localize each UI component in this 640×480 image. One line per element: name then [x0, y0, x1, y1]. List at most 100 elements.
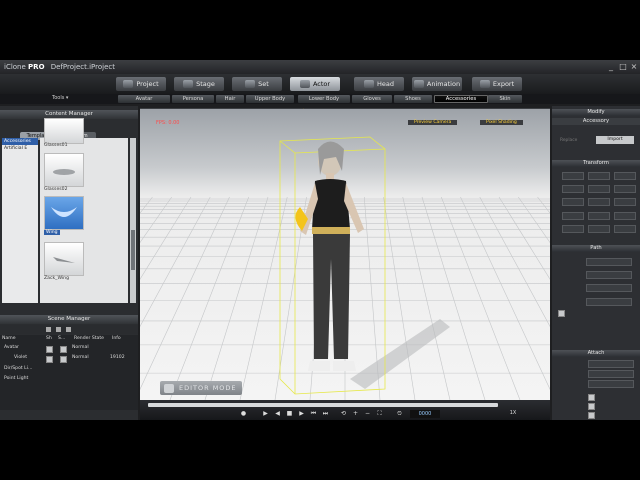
- scene-row-pointlight[interactable]: Point Light: [4, 376, 28, 381]
- scene-tool-icon[interactable]: [56, 327, 61, 332]
- subtab-skin[interactable]: Skin: [488, 95, 522, 103]
- path-value-field[interactable]: [586, 271, 632, 279]
- attach-value-field[interactable]: [588, 370, 634, 378]
- tab-stage[interactable]: Stage: [174, 77, 224, 91]
- speed-icon[interactable]: ⏲: [396, 410, 403, 417]
- set-tab-icon: [245, 80, 256, 88]
- scene-tool-icon[interactable]: [46, 327, 51, 332]
- zoom-level[interactable]: 1X: [506, 410, 520, 417]
- last-frame-icon[interactable]: ⏭: [322, 410, 329, 417]
- row-name: Avatar: [4, 345, 19, 350]
- camera-selector[interactable]: Preview Camera: [408, 120, 458, 125]
- option-checkbox[interactable]: [588, 403, 595, 410]
- subtab-lower-body[interactable]: Lower Body: [298, 95, 350, 103]
- option-checkbox[interactable]: [558, 310, 565, 317]
- path-value-field[interactable]: [586, 258, 632, 266]
- timeline-slider[interactable]: [148, 403, 498, 407]
- subtab-avatar[interactable]: Avatar: [118, 95, 170, 103]
- thumb-glasses02[interactable]: [44, 153, 84, 187]
- transform-value-field[interactable]: [562, 198, 584, 206]
- replace-option[interactable]: Replace: [560, 138, 577, 143]
- tab-actor[interactable]: Actor: [290, 77, 340, 91]
- transform-value-field[interactable]: [588, 185, 610, 193]
- select-checkbox[interactable]: [60, 356, 67, 363]
- path-value-field[interactable]: [586, 298, 632, 306]
- transform-value-field[interactable]: [588, 212, 610, 220]
- transform-value-field[interactable]: [562, 212, 584, 220]
- frame-counter[interactable]: 0000: [410, 410, 440, 418]
- transform-value-field[interactable]: [614, 172, 636, 180]
- content-scrollbar-thumb[interactable]: [131, 230, 135, 270]
- content-thumbnails: Glasses01 Glasses02 Wing Zack_Wing: [40, 118, 128, 303]
- tab-head[interactable]: Head: [354, 77, 404, 91]
- path-section[interactable]: Path: [552, 245, 640, 252]
- record-icon[interactable]: ●: [240, 410, 247, 417]
- tools-menu[interactable]: Tools ▾: [52, 95, 68, 101]
- tree-item-artificial[interactable]: Artificial E: [2, 145, 38, 152]
- zoom-out-icon[interactable]: −: [364, 410, 371, 417]
- transform-value-field[interactable]: [614, 212, 636, 220]
- 3d-viewport[interactable]: [140, 109, 550, 400]
- maximize-icon[interactable]: □: [618, 62, 628, 71]
- scene-row-avatar[interactable]: Avatar: [4, 345, 19, 350]
- transform-value-field[interactable]: [588, 225, 610, 233]
- subtab-hair[interactable]: Hair: [216, 95, 244, 103]
- tab-label: Set: [258, 80, 269, 88]
- close-icon[interactable]: ×: [629, 62, 639, 71]
- transform-value-field[interactable]: [562, 225, 584, 233]
- subtab-shoes[interactable]: Shoes: [394, 95, 432, 103]
- tab-project[interactable]: Project: [116, 77, 166, 91]
- tab-set[interactable]: Set: [232, 77, 282, 91]
- col-show: Sh: [46, 336, 52, 341]
- scene-toolbar: [0, 325, 138, 334]
- loop-icon[interactable]: ⟲: [340, 410, 347, 417]
- transform-section[interactable]: Transform: [552, 160, 640, 167]
- thumb-wing[interactable]: [44, 196, 84, 230]
- next-frame-icon[interactable]: ▶: [298, 410, 305, 417]
- select-checkbox[interactable]: [60, 346, 67, 353]
- thumb-zack-wing[interactable]: [44, 242, 84, 276]
- tab-label: Head: [377, 80, 394, 88]
- attach-value-field[interactable]: [588, 360, 634, 368]
- zoom-in-icon[interactable]: +: [352, 410, 359, 417]
- accessory-section[interactable]: Accessory: [552, 118, 640, 125]
- tab-export[interactable]: Export: [472, 77, 522, 91]
- subtab-accessories[interactable]: Accessories: [434, 95, 488, 103]
- transform-value-field[interactable]: [562, 185, 584, 193]
- minimize-icon[interactable]: _: [606, 62, 616, 71]
- subtab-persona[interactable]: Persona: [172, 95, 214, 103]
- tab-animation[interactable]: Animation: [412, 77, 462, 91]
- fullscreen-icon[interactable]: ⛶: [376, 410, 383, 417]
- scene-row-dirspot[interactable]: Dir/Spot Li...: [4, 366, 32, 371]
- show-checkbox[interactable]: [46, 346, 53, 353]
- scene-tool-icon[interactable]: [66, 327, 71, 332]
- scene-row-violet[interactable]: Violet: [14, 355, 27, 360]
- attach-section[interactable]: Attach: [552, 350, 640, 357]
- transform-value-field[interactable]: [588, 172, 610, 180]
- first-frame-icon[interactable]: ⏮: [310, 410, 317, 417]
- option-checkbox[interactable]: [588, 412, 595, 419]
- path-value-field[interactable]: [586, 284, 632, 292]
- tree-item-accessories[interactable]: Accessories: [2, 138, 38, 145]
- stop-icon[interactable]: ■: [286, 410, 293, 417]
- animation-tab-icon: [413, 80, 424, 88]
- show-checkbox[interactable]: [46, 356, 53, 363]
- export-tab-icon: [479, 80, 490, 88]
- content-scrollbar[interactable]: [130, 138, 136, 303]
- thumb-glasses01[interactable]: [44, 118, 84, 144]
- shading-selector[interactable]: Pixel Shading: [480, 120, 523, 125]
- transform-value-field[interactable]: [588, 198, 610, 206]
- import-button[interactable]: Import: [596, 136, 634, 144]
- row-name: Point Light: [4, 376, 29, 381]
- subtab-gloves[interactable]: Gloves: [352, 95, 392, 103]
- transform-value-field[interactable]: [614, 185, 636, 193]
- project-name: DefProject.iProject: [50, 63, 115, 71]
- play-icon[interactable]: ▶: [262, 410, 269, 417]
- prev-frame-icon[interactable]: ◀: [274, 410, 281, 417]
- option-checkbox[interactable]: [588, 394, 595, 401]
- transform-value-field[interactable]: [614, 198, 636, 206]
- transform-value-field[interactable]: [562, 172, 584, 180]
- subtab-upper-body[interactable]: Upper Body: [246, 95, 294, 103]
- transform-value-field[interactable]: [614, 225, 636, 233]
- attach-value-field[interactable]: [588, 380, 634, 388]
